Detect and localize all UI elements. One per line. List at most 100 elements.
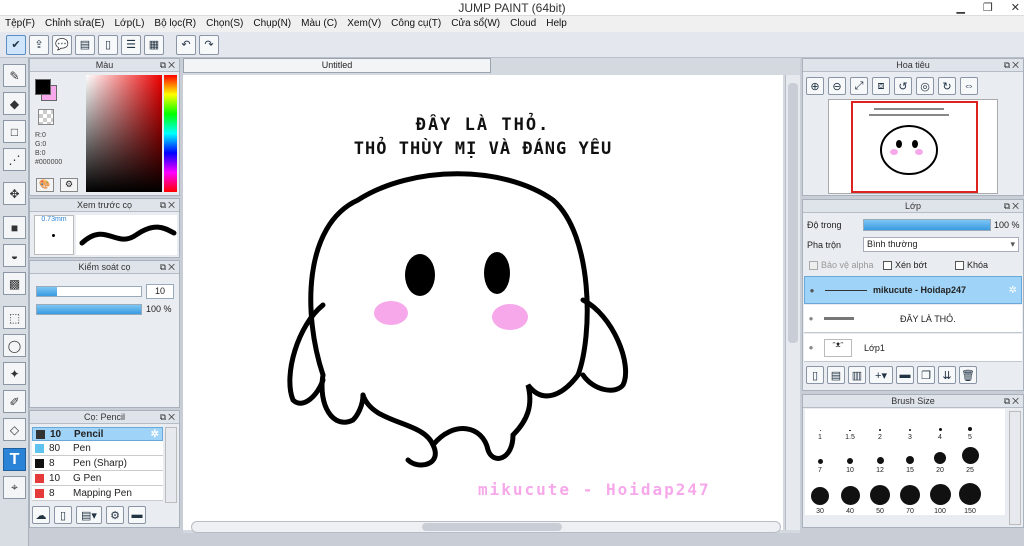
- add-layer-menu-icon[interactable]: +▾: [869, 366, 893, 384]
- panel-controls-icon[interactable]: ⧉✕: [160, 59, 177, 72]
- horizontal-scroll-thumb[interactable]: [422, 523, 562, 531]
- saturation-picker[interactable]: [86, 75, 162, 192]
- eraser-tool-icon[interactable]: ◆: [3, 92, 26, 115]
- brush-item-pen-sharp[interactable]: 8 Pen (Sharp): [32, 456, 163, 471]
- bucket-fill-icon[interactable]: ◒: [3, 244, 26, 267]
- brush-size-cell[interactable]: 150: [955, 475, 985, 515]
- rect-marquee-icon[interactable]: ⬚: [3, 306, 26, 329]
- brush-size-cell[interactable]: 40: [835, 475, 865, 515]
- brush-item-mapping-pen[interactable]: 8 Mapping Pen: [32, 486, 163, 501]
- canvas-horizontal-scrollbar[interactable]: [191, 521, 781, 533]
- brush-size-cell[interactable]: 12: [865, 442, 895, 474]
- close-icon[interactable]: ✕: [1011, 1, 1020, 14]
- layer-opacity-slider[interactable]: [863, 219, 991, 231]
- fill-rect-icon[interactable]: ■: [3, 216, 26, 239]
- zoom-out-icon[interactable]: ⊖: [828, 77, 846, 95]
- blend-mode-select[interactable]: Bình thường ▾: [863, 237, 1019, 252]
- brush-size-cell[interactable]: 50: [865, 475, 895, 515]
- layer-row-mikucute[interactable]: ● mikucute - Hoidap247 ✲: [804, 276, 1022, 304]
- check-icon[interactable]: ✔: [6, 34, 26, 55]
- brush-size-cell[interactable]: 5: [955, 409, 985, 441]
- brush-item-pen[interactable]: 80 Pen: [32, 441, 163, 456]
- palette-icon[interactable]: 🎨: [36, 178, 54, 192]
- document-tab[interactable]: Untitled: [183, 58, 491, 73]
- gradient-icon[interactable]: ▩: [3, 272, 26, 295]
- canvas-vertical-scrollbar[interactable]: [785, 75, 800, 530]
- reset-rotation-icon[interactable]: ◎: [916, 77, 934, 95]
- menu-filter[interactable]: Bộ lọc(R): [149, 16, 201, 32]
- brush-size-cell[interactable]: 15: [895, 442, 925, 474]
- add-brush-menu-icon[interactable]: ▤▾: [76, 506, 102, 524]
- redo-icon[interactable]: ↷: [199, 34, 219, 55]
- panel-controls-icon[interactable]: ⧉✕: [1004, 59, 1021, 72]
- brush-size-cell[interactable]: 70: [895, 475, 925, 515]
- visibility-icon[interactable]: ●: [804, 314, 818, 323]
- delete-layer-icon[interactable]: 🗑: [959, 366, 977, 384]
- menu-cloud[interactable]: Cloud: [505, 16, 541, 32]
- brush-item-pencil[interactable]: 10 Pencil ✲: [32, 427, 163, 441]
- protect-alpha-checkbox[interactable]: Bảo vệ alpha: [809, 260, 874, 270]
- brush-settings-icon[interactable]: ⚙: [106, 506, 124, 524]
- brush-size-cell[interactable]: 25: [955, 442, 985, 474]
- brush-tool-icon[interactable]: ✎: [3, 64, 26, 87]
- menu-edit[interactable]: Chỉnh sửa(E): [40, 16, 110, 32]
- lock-checkbox[interactable]: Khóa: [955, 260, 988, 270]
- comment-box-icon[interactable]: ▤: [75, 34, 95, 55]
- brush-size-cell[interactable]: 2: [865, 409, 895, 441]
- brush-size-cell[interactable]: 1: [805, 409, 835, 441]
- brush-size-cell[interactable]: 4: [925, 409, 955, 441]
- brush-opacity-slider[interactable]: [36, 304, 142, 315]
- move-tool-icon[interactable]: ✥: [3, 182, 26, 205]
- brush-size-cell[interactable]: 100: [925, 475, 955, 515]
- layer-row-layer1[interactable]: ● ᵔᴥᵔ Lớp1: [804, 334, 1022, 362]
- cloud-brush-icon[interactable]: ☁: [32, 506, 50, 524]
- brush-size-cell[interactable]: 20: [925, 442, 955, 474]
- brush-size-cell[interactable]: 30: [805, 475, 835, 515]
- magic-wand-icon[interactable]: ✦: [3, 362, 26, 385]
- brush-size-cell[interactable]: 1.5: [835, 409, 865, 441]
- vertical-scroll-thumb[interactable]: [788, 83, 798, 343]
- minimize-icon[interactable]: ▁: [956, 1, 964, 14]
- restore-icon[interactable]: ❐: [983, 1, 993, 14]
- gear-icon[interactable]: ✲: [151, 429, 159, 440]
- brush-size-cell[interactable]: 3: [895, 409, 925, 441]
- select-pen-icon[interactable]: ✐: [3, 390, 26, 413]
- main-color-swatch[interactable]: [35, 79, 51, 95]
- menu-help[interactable]: Help: [541, 16, 572, 32]
- palette-settings-icon[interactable]: ⚙: [60, 178, 78, 192]
- transparent-color-swatch[interactable]: [38, 109, 54, 125]
- text-tool-icon[interactable]: T: [3, 448, 26, 471]
- zoom-in-icon[interactable]: ⊕: [806, 77, 824, 95]
- brush-size-cell[interactable]: 10: [835, 442, 865, 474]
- rotate-right-icon[interactable]: ↻: [938, 77, 956, 95]
- brush-size-input[interactable]: 10: [146, 284, 174, 299]
- rotate-left-icon[interactable]: ↺: [894, 77, 912, 95]
- lasso-icon[interactable]: ◯: [3, 334, 26, 357]
- brush-size-slider[interactable]: [36, 286, 142, 297]
- visibility-icon[interactable]: ●: [804, 343, 818, 352]
- hue-slider[interactable]: [164, 75, 177, 192]
- menu-capture[interactable]: Chụp(N): [248, 16, 296, 32]
- gear-icon[interactable]: ✲: [1009, 285, 1017, 296]
- brush-size-scrollbar[interactable]: [1009, 411, 1021, 525]
- panel-controls-icon[interactable]: ⧉✕: [1004, 200, 1021, 213]
- brush-item-g-pen[interactable]: 10 G Pen: [32, 471, 163, 486]
- panel-controls-icon[interactable]: ⧉✕: [1004, 395, 1021, 408]
- share-icon[interactable]: ⇪: [29, 34, 49, 55]
- navigator-thumbnail[interactable]: [828, 99, 998, 194]
- menu-color[interactable]: Màu (C): [296, 16, 342, 32]
- document-icon[interactable]: ▯: [98, 34, 118, 55]
- new-brush-icon[interactable]: ▯: [54, 506, 72, 524]
- new-halftone-layer-icon[interactable]: ▤: [827, 366, 845, 384]
- merge-layer-icon[interactable]: ⇊: [938, 366, 956, 384]
- document-list-icon[interactable]: ☰: [121, 34, 141, 55]
- panel-controls-icon[interactable]: ⧉✕: [160, 411, 177, 424]
- brush-folder-icon[interactable]: ▬: [128, 506, 146, 524]
- menu-layer[interactable]: Lớp(L): [110, 16, 150, 32]
- brush-list-scrollbar[interactable]: [165, 427, 177, 503]
- new-layer-icon[interactable]: ▯: [806, 366, 824, 384]
- new-color-layer-icon[interactable]: ▥: [848, 366, 866, 384]
- comment-icon[interactable]: 💬: [52, 34, 72, 55]
- new-folder-icon[interactable]: ▬: [896, 366, 914, 384]
- menu-tools[interactable]: Công cụ(T): [386, 16, 446, 32]
